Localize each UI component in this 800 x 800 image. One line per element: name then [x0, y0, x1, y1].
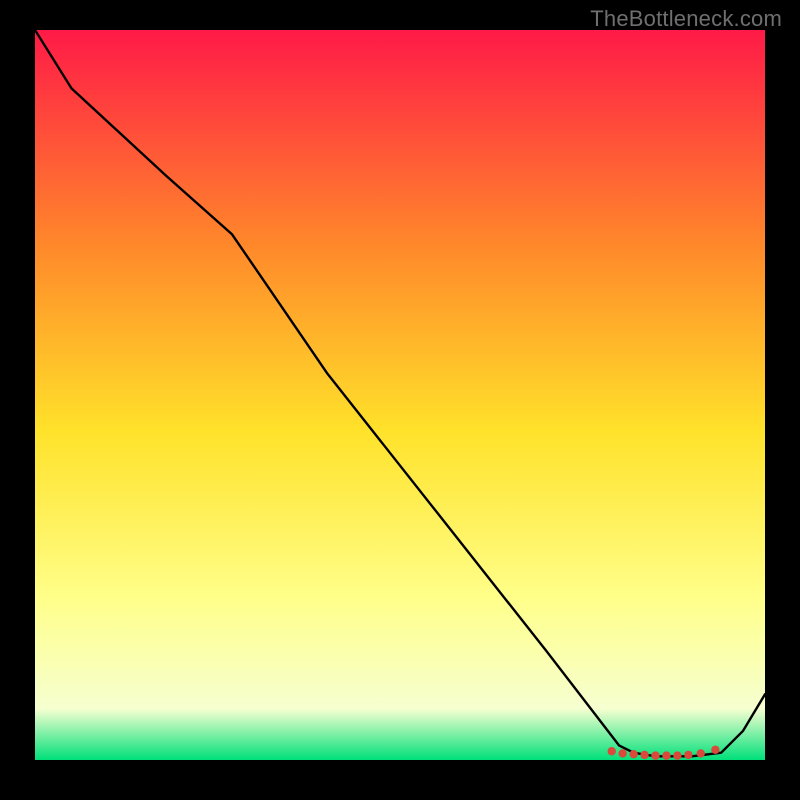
marker-point	[711, 746, 719, 754]
marker-point	[640, 751, 648, 759]
marker-point	[684, 751, 692, 759]
marker-point	[662, 751, 670, 759]
marker-point	[618, 749, 626, 757]
watermark-text: TheBottleneck.com	[590, 6, 782, 32]
chart-svg	[35, 30, 765, 760]
gradient-background	[35, 30, 765, 760]
marker-point	[673, 751, 681, 759]
marker-point	[697, 749, 705, 757]
marker-point	[629, 750, 637, 758]
marker-point	[608, 747, 616, 755]
chart-area	[35, 30, 765, 760]
marker-point	[651, 751, 659, 759]
